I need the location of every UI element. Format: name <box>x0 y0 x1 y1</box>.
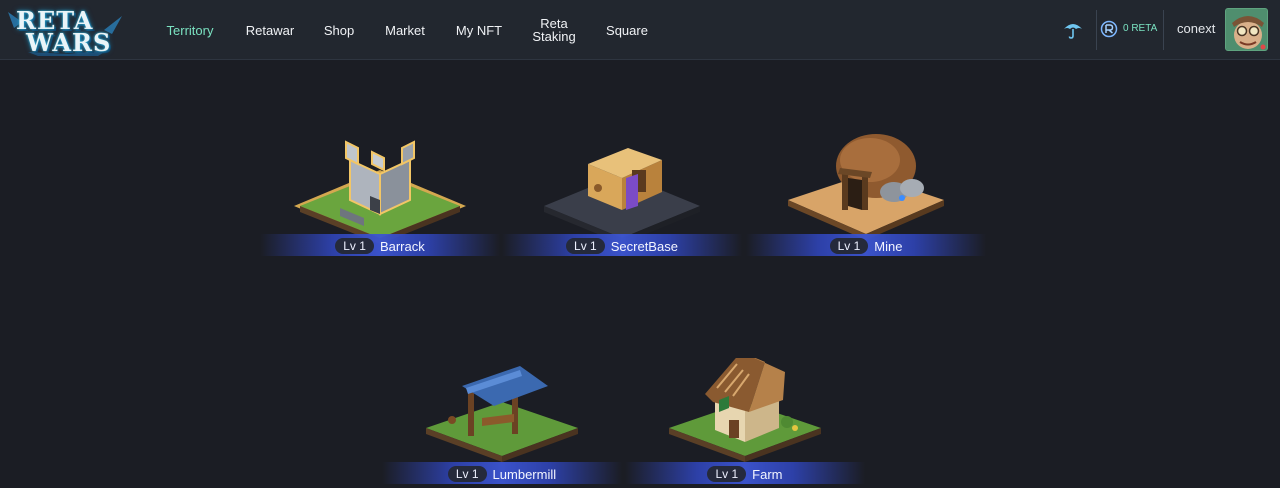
building-name: Mine <box>874 238 903 254</box>
building-label: Lv 1 SecretBase <box>522 238 722 254</box>
level-badge: Lv 1 <box>829 238 869 254</box>
building-name: Barrack <box>379 238 425 254</box>
nav-market[interactable]: Market <box>378 0 432 60</box>
level-badge: Lv 1 <box>707 466 747 482</box>
header-divider <box>1163 10 1164 50</box>
reta-balance: 0 RETA <box>1123 23 1158 34</box>
reta-token-icon <box>1100 20 1118 38</box>
building-barrack[interactable]: Lv 1 Barrack <box>260 130 500 270</box>
nav-my-nft[interactable]: My NFT <box>450 0 508 60</box>
building-label: Lv 1 Mine <box>766 238 966 254</box>
building-name: Farm <box>752 466 783 482</box>
header-divider <box>1096 10 1097 50</box>
building-secretbase[interactable]: Lv 1 SecretBase <box>502 130 742 270</box>
nav-reta-staking[interactable]: Reta Staking <box>524 0 584 60</box>
level-badge: Lv 1 <box>566 238 605 254</box>
building-label: Lv 1 Barrack <box>280 238 480 254</box>
reta-wars-logo[interactable]: RETA WARS <box>8 4 124 57</box>
building-lumbermill[interactable]: Lv 1 Lumbermill <box>382 358 622 488</box>
top-header: RETA WARS Territory Retawar Shop Market … <box>0 0 1280 60</box>
logo-text-line2: WARS <box>26 28 112 57</box>
nav-retawar[interactable]: Retawar <box>240 0 300 60</box>
building-label: Lv 1 Lumbermill <box>402 466 602 482</box>
building-name: SecretBase <box>610 238 678 254</box>
umbrella-icon[interactable] <box>1062 18 1084 40</box>
level-badge: Lv 1 <box>447 466 487 482</box>
username[interactable]: conext <box>1177 21 1215 36</box>
nav-shop[interactable]: Shop <box>314 0 364 60</box>
nav-territory[interactable]: Territory <box>160 0 220 60</box>
building-mine[interactable]: Lv 1 Mine <box>746 130 986 270</box>
avatar-icon <box>1226 9 1267 50</box>
nav-square[interactable]: Square <box>600 0 654 60</box>
building-label: Lv 1 Farm <box>645 466 845 482</box>
level-badge: Lv 1 <box>335 238 374 254</box>
building-farm[interactable]: Lv 1 Farm <box>625 358 865 488</box>
building-name: Lumbermill <box>492 466 557 482</box>
avatar[interactable] <box>1225 8 1268 51</box>
